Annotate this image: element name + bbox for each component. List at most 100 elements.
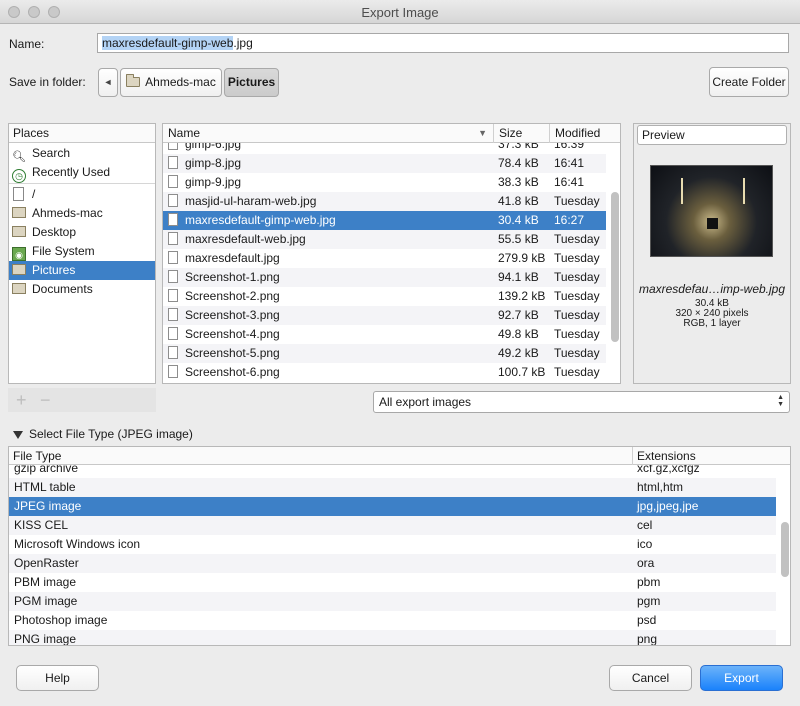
file-row[interactable]: gimp-9.jpg 38.3 kB 16:41 [163,173,606,192]
file-type-row[interactable]: PGM image pgm [9,592,776,611]
place-recently-used[interactable]: ◷ Recently Used [9,163,155,183]
file-modified: Tuesday [554,289,600,303]
file-row[interactable]: Screenshot-3.png 92.7 kB Tuesday [163,306,606,325]
file-type-expander[interactable]: Select File Type (JPEG image) [13,427,193,441]
file-size: 139.2 kB [498,289,546,303]
kaaba-shape [707,218,718,229]
file-modified: Tuesday [554,308,600,322]
search-icon: 🔍︎ [12,151,26,163]
file-type-row[interactable]: JPEG image jpg,jpeg,jpe [9,497,776,516]
add-bookmark-button[interactable]: + [16,391,27,409]
filesystem-icon: ◉ [12,247,26,261]
file-type-row[interactable]: OpenRaster ora [9,554,776,573]
column-header-size[interactable]: Size [494,124,550,143]
file-type-row[interactable]: HTML table html,htm [9,478,776,497]
files-scrollbar[interactable] [611,192,619,342]
file-type-row[interactable]: Microsoft Windows icon ico [9,535,776,554]
place-file-system[interactable]: ◉ File System [9,242,155,261]
preview-button[interactable]: Preview [637,125,787,145]
place-ahmeds-mac[interactable]: Ahmeds-mac [9,204,155,223]
column-header-name[interactable]: Name ▼ [163,124,494,143]
file-modified: Tuesday [554,270,600,284]
file-type-name: HTML table [14,480,76,494]
folder-icon [12,283,26,294]
column-header-file-type[interactable]: File Type [9,447,633,465]
remove-bookmark-button[interactable]: − [40,391,51,409]
file-name: Screenshot-6.png [185,365,280,379]
files-panel: Name ▼ Size Modified gimp-6.jpg 37.3 kB 16:… [162,123,621,384]
file-type-extensions: ico [637,537,653,551]
file-row[interactable]: Screenshot-5.png 49.2 kB Tuesday [163,344,606,363]
places-list: 🔍︎ Search ◷ Recently Used / Ahmeds-mac Des… [9,143,155,299]
export-button[interactable]: Export [700,665,783,691]
folder-icon [12,207,26,218]
file-filter-value: All export images [379,395,472,409]
file-size: 30.4 kB [498,213,539,227]
column-header-modified[interactable]: Modified [550,124,610,143]
file-filter-select[interactable]: All export images ▲ ▼ [373,391,790,413]
file-row[interactable]: maxresdefault-gimp-web.jpg 30.4 kB 16:27 [163,211,606,230]
place-label: Search [32,146,71,160]
file-type-row[interactable]: PNG image png [9,630,776,645]
file-icon [168,232,178,245]
column-header-label: Modified [555,126,601,140]
file-row[interactable]: Screenshot-4.png 49.8 kB Tuesday [163,325,606,344]
files-header: Name ▼ Size Modified [163,124,620,143]
file-row[interactable]: Screenshot-2.png 139.2 kB Tuesday [163,287,606,306]
create-folder-button[interactable]: Create Folder [709,67,789,97]
place-search[interactable]: 🔍︎ Search [9,144,155,163]
place-label: / [32,187,36,201]
file-type-name: PBM image [14,575,77,589]
folder-icon [126,74,141,87]
place-label: Ahmeds-mac [32,206,103,220]
file-type-row[interactable]: gzip archive xcf.gz,xcfgz [9,465,776,478]
file-type-row[interactable]: Photoshop image psd [9,611,776,630]
file-icon [13,187,24,201]
file-row[interactable]: maxresdefault-web.jpg 55.5 kB Tuesday [163,230,606,249]
file-modified: 16:39 [554,143,585,151]
file-row[interactable]: Screenshot-6.png 100.7 kB Tuesday [163,363,606,382]
file-type-extensions: psd [637,613,657,627]
minaret-shape [743,178,745,204]
file-row[interactable]: gimp-8.jpg 78.4 kB 16:41 [163,154,606,173]
file-type-row[interactable]: KISS CEL cel [9,516,776,535]
place-label: File System [32,244,95,258]
file-icon [168,213,178,226]
column-header-extensions[interactable]: Extensions [633,447,790,465]
file-type-table: File Type Extensions gzip archive xcf.gz,… [8,446,791,646]
name-label: Name: [9,37,45,51]
file-type-extensions: pbm [637,575,661,589]
file-name: gimp-9.jpg [185,175,242,189]
file-size: 279.9 kB [498,251,546,265]
place-desktop[interactable]: Desktop [9,223,155,242]
cancel-button[interactable]: Cancel [609,665,692,691]
file-icon [168,308,178,321]
file-modified: Tuesday [554,194,600,208]
place-root[interactable]: / [9,185,155,204]
file-modified: 16:27 [554,213,585,227]
path-button-ahmeds-mac[interactable]: Ahmeds-mac [120,68,222,97]
file-size: 49.2 kB [498,346,539,360]
folder-icon [12,264,26,275]
filename-input[interactable]: maxresdefault-gimp-web.jpg [97,33,789,53]
file-modified: 16:41 [554,175,585,189]
help-button[interactable]: Help [16,665,99,691]
place-label: Desktop [32,225,77,239]
file-row[interactable]: maxresdefault.jpg 279.9 kB Tuesday [163,249,606,268]
path-button-label: Pictures [227,75,276,89]
file-size: 37.3 kB [498,143,539,151]
file-type-row[interactable]: PBM image pbm [9,573,776,592]
file-type-name: Microsoft Windows icon [14,537,141,551]
place-documents[interactable]: Documents [9,280,155,299]
file-row[interactable]: masjid-ul-haram-web.jpg 41.8 kB Tuesday [163,192,606,211]
place-label: Pictures [32,263,76,277]
minaret-shape [681,178,683,204]
file-modified: Tuesday [554,251,600,265]
left-arrow-icon: ◄ [103,77,113,87]
file-row[interactable]: gimp-6.jpg 37.3 kB 16:39 [163,143,606,154]
place-pictures[interactable]: Pictures [9,261,155,280]
path-button-pictures[interactable]: Pictures [224,68,279,97]
file-type-scrollbar[interactable] [781,522,789,577]
file-row[interactable]: Screenshot-1.png 94.1 kB Tuesday [163,268,606,287]
path-back-button[interactable]: ◄ [98,68,118,97]
